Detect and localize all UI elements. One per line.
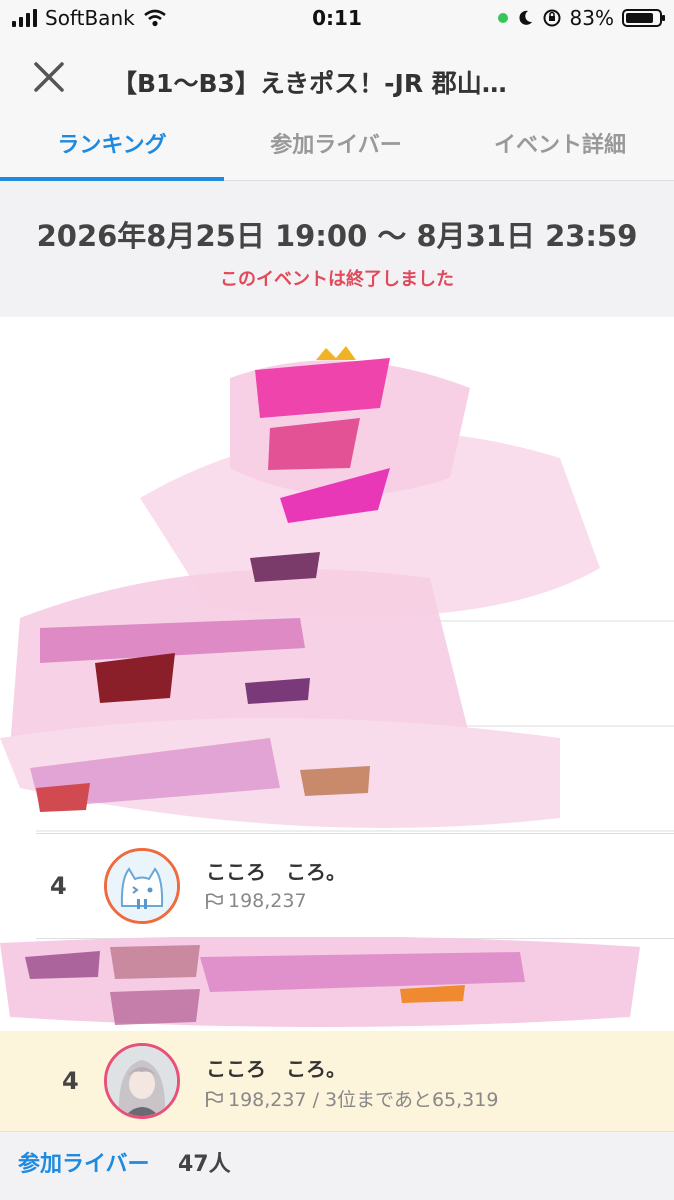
- tab-bar: ランキング 参加ライバー イベント詳細: [0, 114, 674, 181]
- participants-count: 47人: [178, 1152, 231, 1177]
- my-score: 198,237 / 3位まであと65,319: [204, 1085, 498, 1112]
- event-period: 2026年8月25日 19:00 〜 8月31日 23:59 このイベントは終了…: [0, 181, 674, 317]
- liver-name: こころ ころ。: [206, 860, 346, 884]
- status-right: 83%: [497, 6, 665, 30]
- redacted-area-lower: [0, 937, 674, 1031]
- girl-avatar-icon: [107, 1046, 177, 1116]
- status-bar: SoftBank 0:11 83%: [0, 0, 674, 38]
- cat-avatar-icon: [107, 851, 177, 921]
- battery-icon: [622, 9, 665, 27]
- battery-percent: 83%: [569, 6, 614, 30]
- moon-icon: [518, 10, 532, 25]
- tab-ranking[interactable]: ランキング: [0, 114, 224, 181]
- tab-participants[interactable]: 参加ライバー: [224, 114, 448, 180]
- score-value: 198,237: [228, 890, 307, 912]
- event-ended-notice: このイベントは終了しました: [220, 269, 454, 290]
- score: 198,237: [204, 890, 307, 912]
- rotation-lock-icon: [543, 9, 561, 27]
- tab-event-details[interactable]: イベント詳細: [448, 114, 672, 180]
- flag-icon: [206, 893, 223, 909]
- close-icon[interactable]: [26, 54, 72, 100]
- participants-label[interactable]: 参加ライバー: [18, 1146, 150, 1178]
- camera-indicator-icon: [497, 13, 508, 23]
- my-score-value: 198,237 / 3位まであと65,319: [228, 1089, 499, 1111]
- flag-icon: [206, 1090, 223, 1107]
- rank-number: 4: [50, 872, 67, 900]
- my-liver-name: こころ ころ。: [206, 1057, 346, 1081]
- page-title: 【B1〜B3】えきポス！-JR 郡山…: [112, 69, 507, 98]
- header: 【B1〜B3】えきポス！-JR 郡山…: [0, 38, 674, 114]
- event-dates: 2026年8月25日 19:00 〜 8月31日 23:59: [36, 219, 638, 253]
- rank-number: 4: [62, 1067, 79, 1095]
- participants-footer[interactable]: 参加ライバー 47人: [0, 1131, 674, 1200]
- avatar: [104, 1043, 180, 1119]
- avatar: [104, 848, 180, 924]
- my-ranking-row[interactable]: 4 こころ ころ。 198,237 / 3位まであと65,319: [0, 1031, 674, 1131]
- ranking-row[interactable]: 4 こころ ころ。 198,237: [36, 833, 674, 939]
